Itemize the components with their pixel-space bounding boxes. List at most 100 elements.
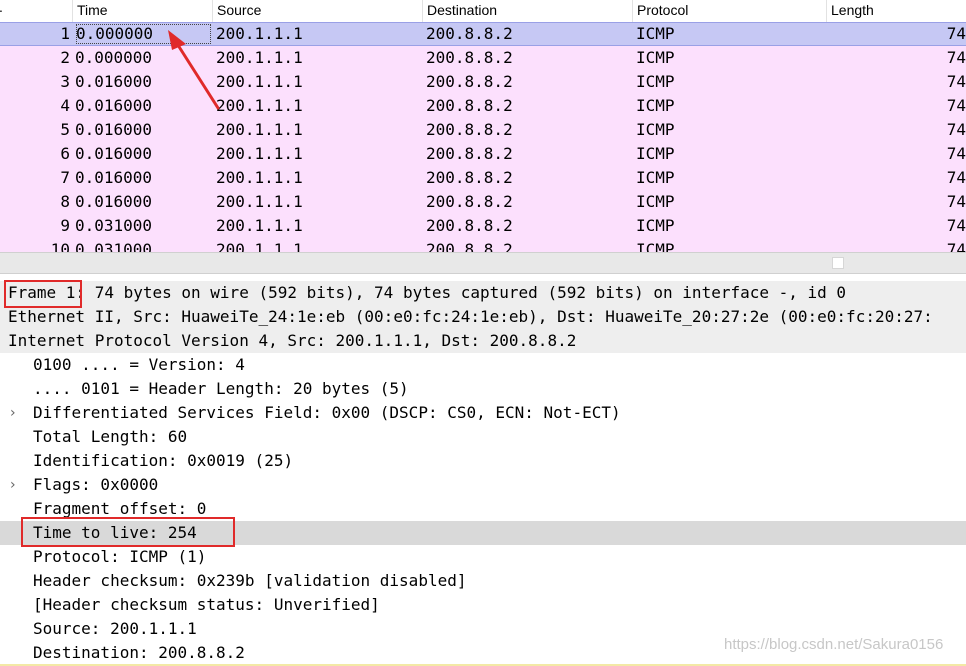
tree-item-label: Differentiated Services Field: 0x00 (DSC… — [33, 403, 621, 422]
horizontal-scrollbar[interactable] — [0, 252, 966, 274]
packet-protocol: ICMP — [636, 216, 675, 235]
packet-length: 74 — [946, 24, 966, 43]
packet-row[interactable]: 8 0.016000 200.1.1.1 200.8.8.2 ICMP 74 — [0, 190, 966, 214]
packet-time: 0.016000 — [75, 192, 153, 211]
packet-list[interactable]: . Time Source Destination Protocol Lengt… — [0, 0, 966, 252]
chevron-right-icon[interactable]: › — [10, 401, 22, 425]
packet-length: 74 — [946, 96, 966, 115]
packet-time: 0.000000 — [75, 23, 212, 45]
tree-item-label: Protocol: ICMP (1) — [33, 547, 207, 566]
packet-destination: 200.8.8.2 — [426, 72, 513, 91]
packet-time: 0.031000 — [75, 240, 153, 252]
scrollbar-thumb[interactable] — [832, 257, 844, 269]
tree-item-frame[interactable]: Frame 1: 74 bytes on wire (592 bits), 74… — [0, 281, 966, 305]
packet-row[interactable]: 6 0.016000 200.1.1.1 200.8.8.2 ICMP 74 — [0, 142, 966, 166]
tree-item-ttl[interactable]: Time to live: 254 — [0, 521, 966, 545]
column-header-destination[interactable]: Destination — [422, 0, 632, 22]
packet-destination: 200.8.8.2 — [426, 240, 513, 252]
packet-time: 0.016000 — [75, 96, 153, 115]
packet-row[interactable]: 5 0.016000 200.1.1.1 200.8.8.2 ICMP 74 — [0, 118, 966, 142]
tree-item-checksum-status[interactable]: [Header checksum status: Unverified] — [0, 593, 966, 617]
tree-item-ip[interactable]: Internet Protocol Version 4, Src: 200.1.… — [0, 329, 966, 353]
packet-destination: 200.8.8.2 — [426, 216, 513, 235]
packet-destination: 200.8.8.2 — [426, 24, 513, 43]
tree-item-label: Internet Protocol Version 4, Src: 200.1.… — [8, 331, 577, 350]
column-header-protocol[interactable]: Protocol — [632, 0, 826, 22]
packet-row[interactable]: 4 0.016000 200.1.1.1 200.8.8.2 ICMP 74 — [0, 94, 966, 118]
packet-protocol: ICMP — [636, 240, 675, 252]
tree-item-label: Total Length: 60 — [33, 427, 188, 446]
packet-details-tree[interactable]: Frame 1: 74 bytes on wire (592 bits), 74… — [0, 281, 966, 666]
packet-source: 200.1.1.1 — [216, 192, 303, 211]
packet-row[interactable]: 10 0.031000 200.1.1.1 200.8.8.2 ICMP 74 — [0, 238, 966, 252]
column-header-source[interactable]: Source — [212, 0, 422, 22]
tree-item-label: Fragment offset: 0 — [33, 499, 207, 518]
packet-row[interactable]: 3 0.016000 200.1.1.1 200.8.8.2 ICMP 74 — [0, 70, 966, 94]
packet-protocol: ICMP — [636, 48, 675, 67]
packet-time: 0.000000 — [75, 48, 153, 67]
column-header-no[interactable]: . — [0, 0, 3, 22]
tree-item-label: Flags: 0x0000 — [33, 475, 159, 494]
packet-row[interactable]: 9 0.031000 200.1.1.1 200.8.8.2 ICMP 74 — [0, 214, 966, 238]
column-header-length[interactable]: Length — [826, 0, 966, 22]
packet-no: 6 — [60, 144, 70, 163]
packet-source: 200.1.1.1 — [216, 216, 303, 235]
packet-length: 74 — [946, 192, 966, 211]
packet-row[interactable]: 1 0.000000 200.1.1.1 200.8.8.2 ICMP 74 — [0, 22, 966, 46]
packet-protocol: ICMP — [636, 72, 675, 91]
packet-protocol: ICMP — [636, 168, 675, 187]
tree-item-total-length[interactable]: Total Length: 60 — [0, 425, 966, 449]
packet-protocol: ICMP — [636, 120, 675, 139]
packet-source: 200.1.1.1 — [216, 144, 303, 163]
packet-time: 0.016000 — [75, 120, 153, 139]
tree-item-label: Destination: 200.8.8.2 — [33, 643, 245, 662]
packet-length: 74 — [946, 48, 966, 67]
tree-item-dsfield[interactable]: › Differentiated Services Field: 0x00 (D… — [0, 401, 966, 425]
packet-protocol: ICMP — [636, 192, 675, 211]
tree-item-identification[interactable]: Identification: 0x0019 (25) — [0, 449, 966, 473]
packet-no: 9 — [60, 216, 70, 235]
packet-destination: 200.8.8.2 — [426, 96, 513, 115]
packet-source: 200.1.1.1 — [216, 72, 303, 91]
packet-row[interactable]: 7 0.016000 200.1.1.1 200.8.8.2 ICMP 74 — [0, 166, 966, 190]
packet-no: 2 — [60, 48, 70, 67]
packet-time: 0.016000 — [75, 168, 153, 187]
packet-length: 74 — [946, 144, 966, 163]
packet-source: 200.1.1.1 — [216, 24, 303, 43]
tree-item-label: Identification: 0x0019 (25) — [33, 451, 294, 470]
packet-no: 7 — [60, 168, 70, 187]
tree-item-label: Time to live: 254 — [33, 523, 197, 542]
packet-length: 74 — [946, 120, 966, 139]
tree-item-protocol[interactable]: Protocol: ICMP (1) — [0, 545, 966, 569]
packet-row[interactable]: 2 0.000000 200.1.1.1 200.8.8.2 ICMP 74 — [0, 46, 966, 70]
packet-length: 74 — [946, 168, 966, 187]
packet-length: 74 — [946, 72, 966, 91]
tree-item-version[interactable]: 0100 .... = Version: 4 — [0, 353, 966, 377]
packet-protocol: ICMP — [636, 96, 675, 115]
packet-no: 5 — [60, 120, 70, 139]
packet-protocol: ICMP — [636, 24, 675, 43]
tree-item-label: [Header checksum status: Unverified] — [33, 595, 380, 614]
packet-destination: 200.8.8.2 — [426, 120, 513, 139]
tree-item-fragment-offset[interactable]: Fragment offset: 0 — [0, 497, 966, 521]
column-header-time[interactable]: Time — [72, 0, 212, 22]
packet-destination: 200.8.8.2 — [426, 192, 513, 211]
tree-item-header-length[interactable]: .... 0101 = Header Length: 20 bytes (5) — [0, 377, 966, 401]
packet-protocol: ICMP — [636, 144, 675, 163]
packet-time: 0.016000 — [75, 72, 153, 91]
tree-item-checksum[interactable]: Header checksum: 0x239b [validation disa… — [0, 569, 966, 593]
packet-source: 200.1.1.1 — [216, 48, 303, 67]
packet-source: 200.1.1.1 — [216, 168, 303, 187]
watermark: https://blog.csdn.net/Sakura0156 — [724, 636, 944, 653]
packet-no: 4 — [60, 96, 70, 115]
packet-no: 1 — [60, 24, 70, 43]
packet-length: 74 — [946, 240, 966, 252]
packet-no: 10 — [50, 240, 70, 252]
tree-item-flags[interactable]: › Flags: 0x0000 — [0, 473, 966, 497]
packet-time: 0.016000 — [75, 144, 153, 163]
tree-item-label: Frame 1: 74 bytes on wire (592 bits), 74… — [8, 283, 847, 302]
chevron-right-icon[interactable]: › — [10, 473, 22, 497]
tree-item-ethernet[interactable]: Ethernet II, Src: HuaweiTe_24:1e:eb (00:… — [0, 305, 966, 329]
packet-destination: 200.8.8.2 — [426, 48, 513, 67]
packet-time: 0.031000 — [75, 216, 153, 235]
